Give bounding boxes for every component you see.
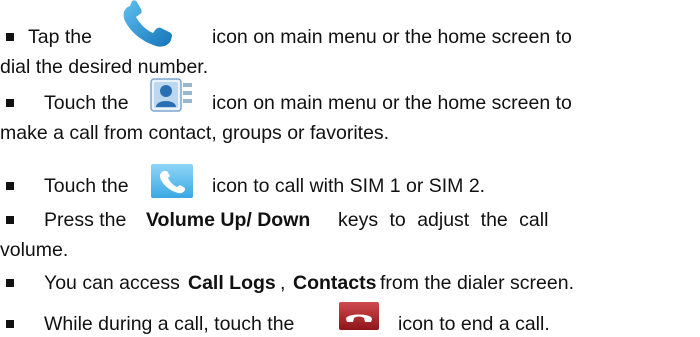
bullet-marker — [6, 320, 14, 328]
bullet-text-end: from the dialer screen. — [380, 272, 575, 294]
phone-handset-icon — [116, 0, 180, 48]
comma-text: , — [280, 272, 286, 294]
bullet-text-continued: volume. — [0, 239, 69, 261]
bullet-marker — [6, 216, 14, 224]
end-call-icon — [338, 301, 380, 331]
call-logs-text: Call Logs — [188, 272, 276, 294]
bullet-text-end: icon on main menu or the home screen to — [212, 26, 572, 48]
bullet-text-end: icon to end a call. — [398, 313, 550, 335]
bullet-text-start: Press the — [44, 209, 127, 231]
bullet-text-start: Touch the — [44, 175, 129, 197]
bullet-bold-text: Volume Up/ Down — [146, 209, 311, 231]
bullet-text-start: While during a call, touch the — [44, 313, 295, 335]
bullet-text-start: Tap the — [28, 26, 92, 48]
bullet-text-start: You can access — [44, 272, 180, 294]
bullet-text-continued: dial the desired number. — [0, 56, 209, 78]
bullet-text-end: icon on main menu or the home screen to — [212, 92, 572, 114]
contacts-text: Contacts — [293, 272, 377, 294]
bullet-text-start: Touch the — [44, 92, 129, 114]
bullet-marker — [6, 279, 14, 287]
bullet-marker — [6, 182, 14, 190]
bullet-marker — [6, 99, 14, 107]
bullet-text-end: keys to adjust the call — [338, 209, 549, 231]
bullet-text-continued: make a call from contact, groups or favo… — [0, 122, 390, 144]
bullet-marker — [6, 33, 14, 41]
contacts-icon — [150, 78, 194, 112]
dial-button-icon — [150, 163, 194, 199]
bullet-text-end: icon to call with SIM 1 or SIM 2. — [212, 175, 486, 197]
